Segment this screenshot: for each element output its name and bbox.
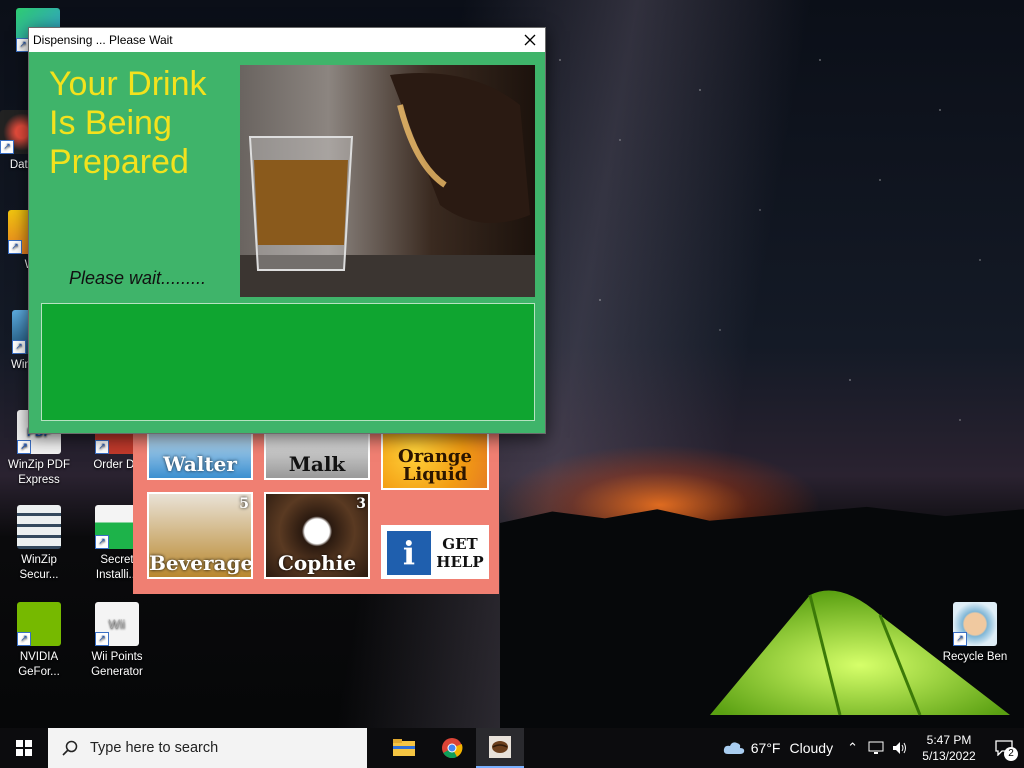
shortcut-arrow-icon: ↗	[95, 535, 109, 549]
get-help-button[interactable]: i GET HELP	[381, 525, 489, 579]
chevron-up-icon[interactable]: ⌃	[847, 740, 858, 756]
clock-date: 5/13/2022	[922, 749, 976, 763]
desktop-icon-winzip-security[interactable]: WinZip Secur...	[1, 505, 77, 583]
taskbar-drink-app[interactable]	[476, 728, 524, 768]
tile-label: Beverage	[149, 551, 253, 575]
taskbar-file-explorer[interactable]	[380, 728, 428, 768]
desktop-icon-label: WinZip PDF Express	[8, 459, 70, 486]
close-icon	[524, 34, 536, 46]
shortcut-arrow-icon: ↗	[95, 440, 109, 454]
notifications-button[interactable]: 2	[984, 728, 1024, 768]
dialog-title: Dispensing ... Please Wait	[33, 33, 173, 47]
drink-tile-orange-liquid[interactable]: Orange Liquid	[381, 427, 489, 490]
desktop-icon-recycle-ben[interactable]: ↗ Recycle Ben	[937, 602, 1013, 665]
tile-label: Walter	[163, 452, 237, 476]
taskbar-chrome[interactable]	[428, 728, 476, 768]
search-icon	[62, 740, 78, 756]
weather-desc[interactable]: Cloudy	[790, 740, 834, 756]
desktop-icon-nvidia[interactable]: ↗ NVIDIA GeFor...	[1, 602, 77, 680]
tile-badge: 3	[356, 496, 366, 512]
vending-menu-window: Walter Malk Orange Liquid 5 Beverage 3 C…	[133, 425, 499, 594]
desktop-icon-label: Recycle Ben	[942, 651, 1008, 663]
progress-panel	[41, 303, 535, 421]
shortcut-arrow-icon: ↗	[0, 140, 14, 154]
desktop-icon-wii-points[interactable]: Wii ↗ Wii Points Generator	[79, 602, 155, 680]
status-headline: Your Drink Is Being Prepared	[49, 65, 207, 181]
tile-label: GET HELP	[436, 535, 484, 571]
taskbar: Type here to search 67°F Cloudy ⌃ 5:47 P…	[0, 728, 1024, 768]
shortcut-arrow-icon: ↗	[12, 340, 26, 354]
dialog-titlebar: Dispensing ... Please Wait	[29, 28, 545, 52]
cloud-icon	[723, 742, 744, 754]
chrome-icon	[442, 738, 463, 759]
network-icon[interactable]	[868, 741, 884, 755]
info-icon: i	[387, 531, 431, 575]
drink-tile-cophie[interactable]: 3 Cophie	[264, 492, 370, 579]
search-box[interactable]: Type here to search	[48, 728, 367, 768]
tile-label: Malk	[288, 452, 346, 476]
dispensing-dialog: Dispensing ... Please Wait Your Drink Is…	[28, 27, 546, 434]
clock-time: 5:47 PM	[926, 733, 972, 747]
drink-photo	[240, 65, 535, 297]
coffee-bean-icon	[489, 736, 511, 758]
shortcut-arrow-icon: ↗	[17, 632, 31, 646]
shortcut-arrow-icon: ↗	[8, 240, 22, 254]
volume-icon[interactable]	[892, 741, 908, 755]
shortcut-arrow-icon: ↗	[95, 632, 109, 646]
desktop-icon-label: Wii Points Generator	[91, 651, 143, 678]
drink-tile-malk[interactable]: Malk	[264, 427, 370, 480]
desktop-icon-label: WinZip Secur...	[19, 554, 59, 581]
folder-icon	[393, 739, 415, 756]
search-placeholder: Type here to search	[90, 740, 219, 756]
close-button[interactable]	[515, 28, 545, 52]
shot-glass-illustration	[240, 73, 535, 297]
drink-tile-beverage[interactable]: 5 Beverage	[147, 492, 253, 579]
system-tray: 67°F Cloudy ⌃ 5:47 PM 5/13/2022 2	[723, 728, 1024, 768]
please-wait-text: Please wait.........	[69, 268, 207, 288]
windows-logo-icon	[16, 740, 32, 756]
tile-badge: 5	[239, 496, 249, 512]
clock[interactable]: 5:47 PM 5/13/2022	[914, 732, 984, 764]
tile-label: Cophie	[277, 551, 357, 575]
drink-tile-walter[interactable]: Walter	[147, 427, 253, 480]
desktop-icon-label: Secret Installi...	[95, 554, 139, 581]
notification-count: 2	[1004, 747, 1018, 761]
start-button[interactable]	[0, 728, 48, 768]
tile-label: Orange Liquid	[398, 446, 472, 485]
desktop-icon-label: NVIDIA GeFor...	[18, 651, 60, 678]
weather-temp[interactable]: 67°F	[751, 740, 781, 756]
shortcut-arrow-icon: ↗	[17, 440, 31, 454]
shortcut-arrow-icon: ↗	[953, 632, 967, 646]
